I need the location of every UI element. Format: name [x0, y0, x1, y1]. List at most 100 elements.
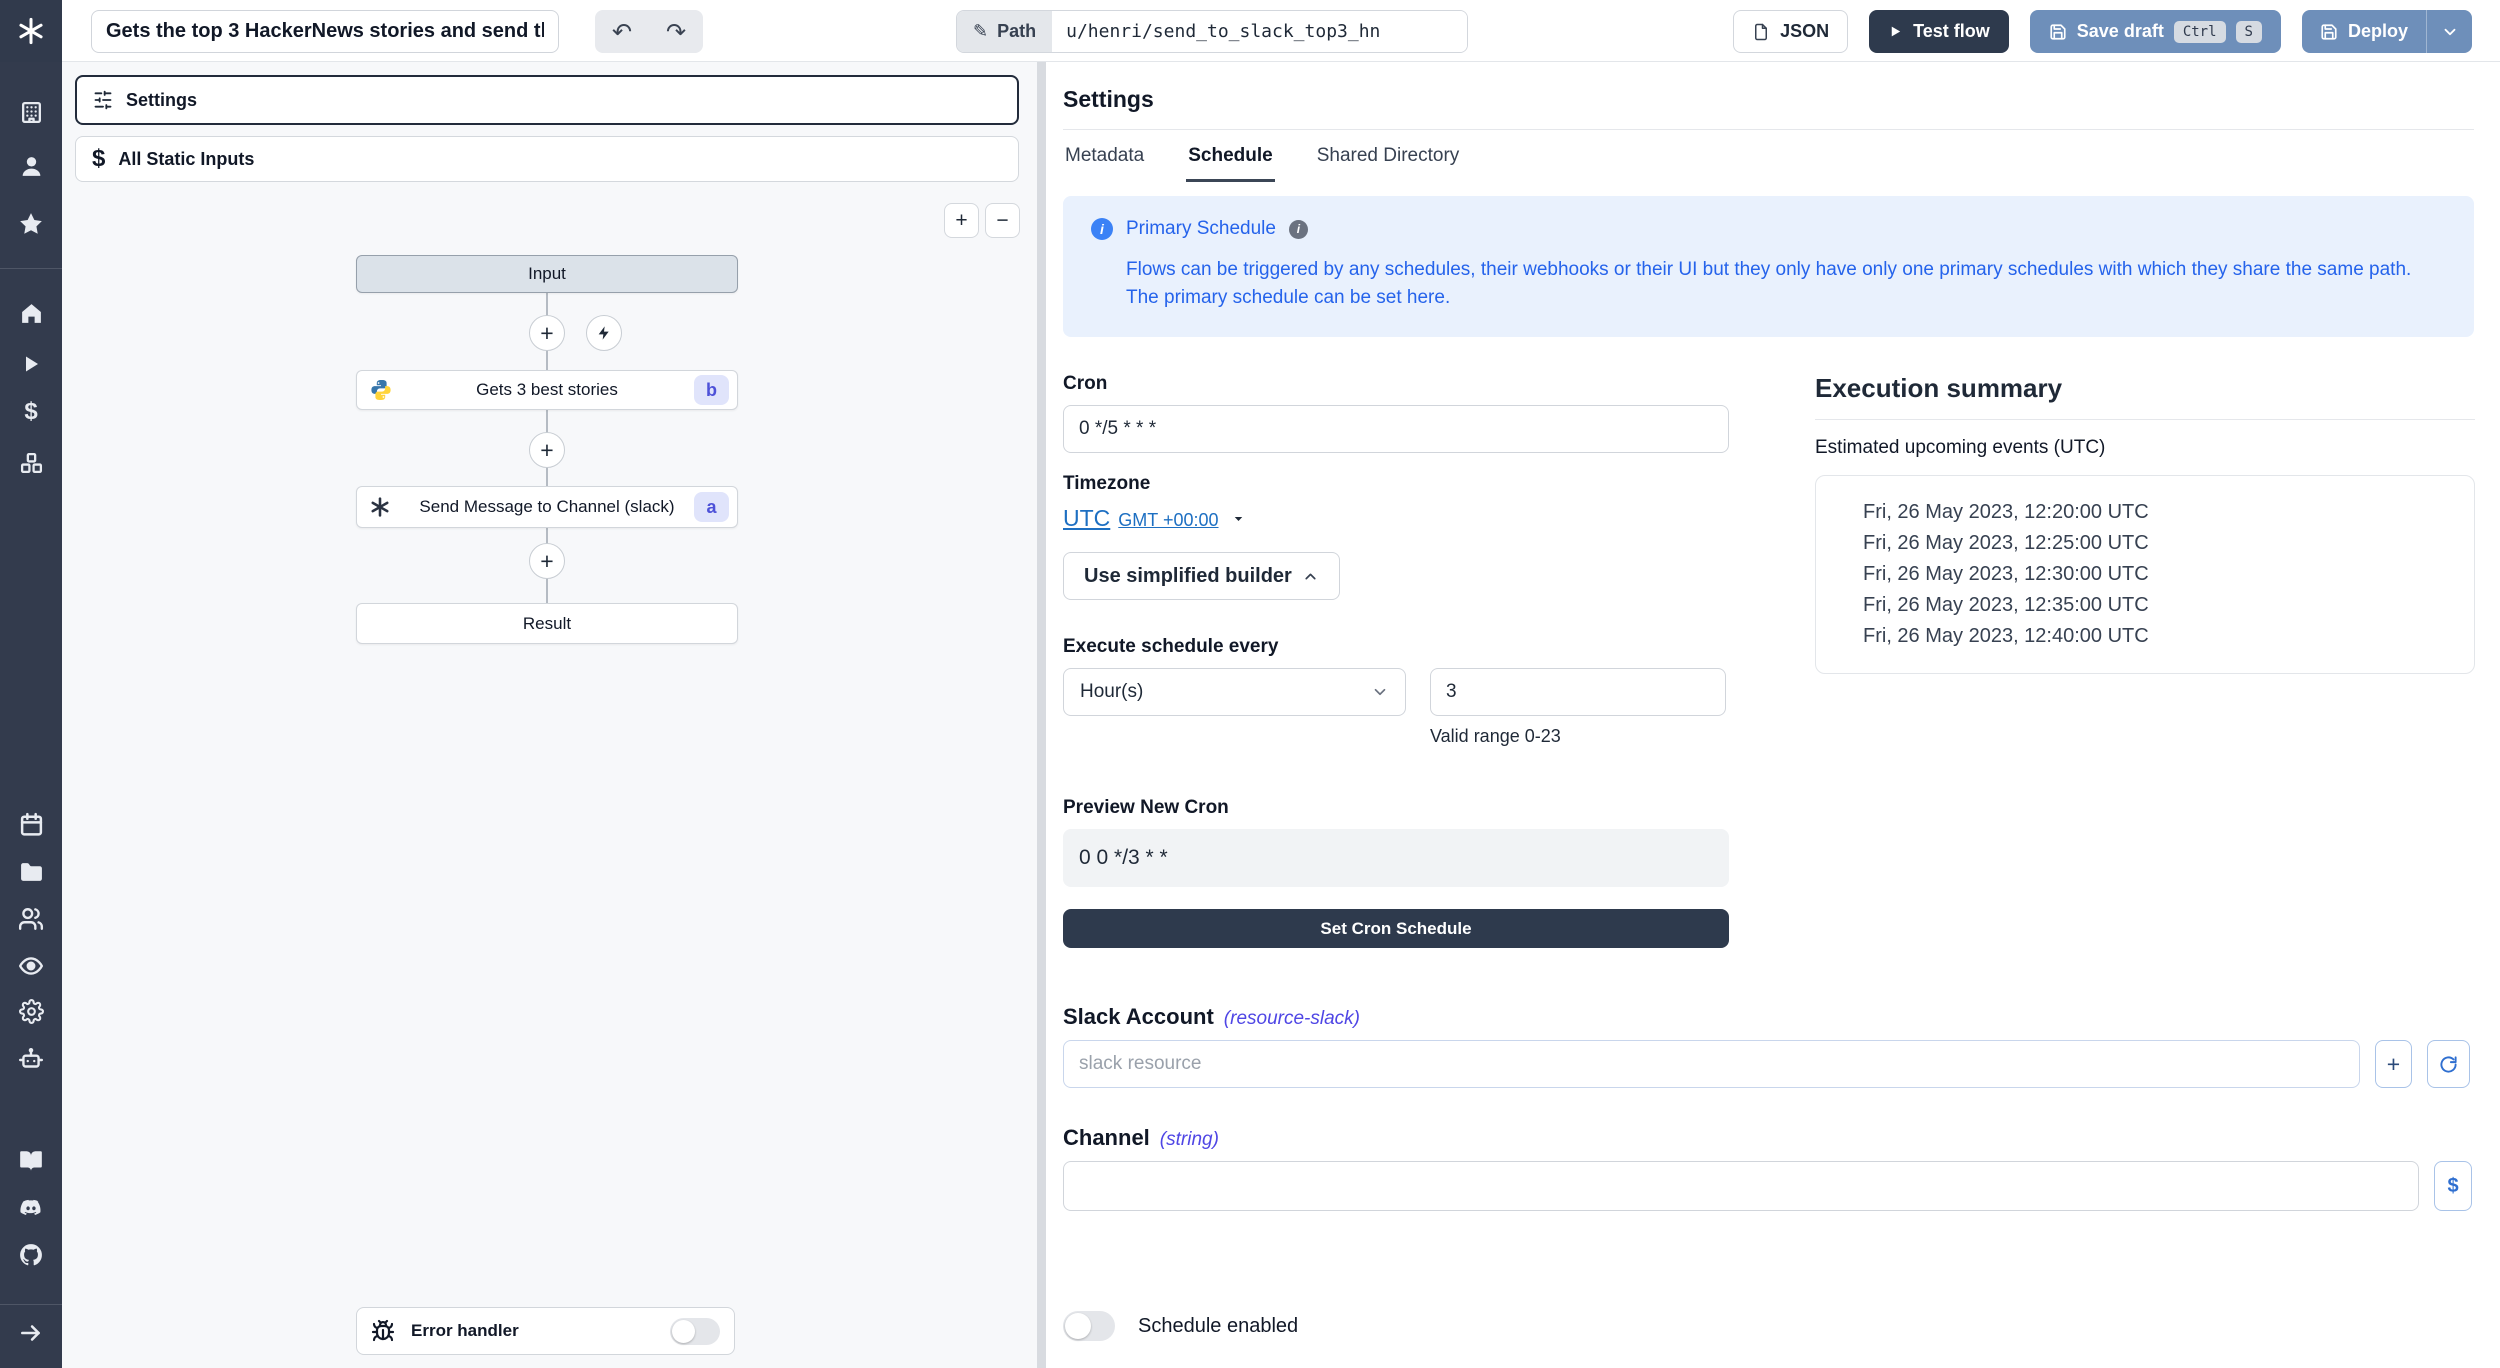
plus-icon: + — [540, 322, 553, 345]
sidebar-item-home[interactable] — [0, 298, 62, 328]
set-cron-schedule-button[interactable]: Set Cron Schedule — [1063, 909, 1729, 948]
schedule-enabled-label: Schedule enabled — [1138, 1315, 1298, 1338]
add-resource-button[interactable]: + — [2375, 1040, 2412, 1088]
sidebar-item-github[interactable] — [0, 1240, 62, 1270]
input-node-label: Input — [528, 264, 566, 284]
channel-label: Channel — [1063, 1125, 1150, 1151]
flow-node-result[interactable]: Result — [356, 603, 738, 644]
step-b-label: Gets 3 best stories — [476, 380, 618, 400]
folder-icon — [19, 860, 44, 885]
tab-schedule[interactable]: Schedule — [1186, 130, 1274, 182]
windmill-logo[interactable] — [0, 0, 62, 62]
flow-node-step-a[interactable]: Send Message to Channel (slack) a — [356, 486, 738, 528]
error-handler-toggle[interactable] — [670, 1318, 720, 1345]
slack-resource-input[interactable] — [1063, 1040, 2360, 1088]
result-node-label: Result — [523, 614, 571, 634]
insert-step-button[interactable]: + — [529, 543, 565, 579]
upcoming-event: Fri, 26 May 2023, 12:35:00 UTC — [1863, 590, 2454, 621]
home-icon — [19, 301, 44, 326]
sidebar-item-workspace[interactable] — [0, 97, 62, 127]
schedule-enabled-toggle[interactable] — [1063, 1311, 1115, 1341]
all-static-inputs-button[interactable]: All Static Inputs — [75, 136, 1019, 182]
sidebar-item-user[interactable] — [0, 151, 62, 181]
use-variable-button[interactable] — [2434, 1161, 2472, 1211]
timezone-select-link[interactable]: UTC GMT +00:00 — [1063, 505, 1246, 532]
dollar-icon — [92, 145, 105, 173]
preview-cron-value: 0 0 */3 * * — [1063, 829, 1729, 887]
arrow-right-icon — [18, 1320, 44, 1346]
redo-button[interactable]: ↷ — [666, 20, 686, 44]
sidebar-item-favorites[interactable] — [0, 209, 62, 239]
gear-icon — [19, 999, 44, 1024]
test-flow-label: Test flow — [1913, 21, 1990, 42]
bug-icon — [371, 1319, 395, 1343]
undo-button[interactable]: ↶ — [612, 20, 632, 44]
kbd-ctrl: Ctrl — [2174, 21, 2226, 43]
info-tooltip-icon[interactable]: i — [1289, 220, 1308, 239]
json-button[interactable]: JSON — [1733, 10, 1848, 53]
interval-unit-value: Hour(s) — [1080, 681, 1143, 703]
robot-icon — [18, 1047, 44, 1073]
flow-title-input[interactable] — [91, 10, 559, 53]
flow-node-input[interactable]: Input — [356, 255, 738, 293]
sidebar-item-discord[interactable] — [0, 1194, 62, 1224]
deploy-more-button[interactable] — [2426, 10, 2472, 53]
path-input[interactable] — [1052, 11, 1467, 52]
sidebar-item-docs[interactable] — [0, 1146, 62, 1176]
users-gear-icon — [18, 906, 44, 932]
insert-step-button[interactable]: + — [529, 315, 565, 351]
pencil-icon — [973, 21, 988, 42]
cron-input[interactable] — [1063, 405, 1729, 453]
interval-value-input[interactable] — [1430, 668, 1726, 716]
settings-tabbar: Metadata Schedule Shared Directory — [1063, 129, 2474, 182]
step-b-badge: b — [694, 375, 729, 405]
refresh-resources-button[interactable] — [2427, 1040, 2470, 1088]
flow-node-step-b[interactable]: Gets 3 best stories b — [356, 370, 738, 410]
sidebar-item-schedules[interactable] — [0, 809, 62, 839]
sidebar-item-folders[interactable] — [0, 857, 62, 887]
step-a-label: Send Message to Channel (slack) — [419, 497, 674, 517]
windmill-icon — [16, 16, 46, 46]
sidebar-item-workers[interactable] — [0, 1045, 62, 1075]
schedule-enabled-row: Schedule enabled — [1063, 1311, 2474, 1341]
sliders-icon — [93, 90, 113, 110]
insert-step-button[interactable]: + — [529, 432, 565, 468]
flow-graph-panel: Settings All Static Inputs + − Input + G… — [62, 62, 1037, 1368]
undo-redo-group: ↶ ↷ — [595, 10, 703, 53]
info-banner-title: Primary Schedule — [1126, 218, 1276, 240]
panel-splitter[interactable] — [1037, 62, 1046, 1368]
upcoming-event: Fri, 26 May 2023, 12:40:00 UTC — [1863, 621, 2454, 652]
sidebar-item-settings[interactable] — [0, 996, 62, 1026]
interval-unit-select[interactable]: Hour(s) — [1063, 668, 1406, 716]
deploy-button[interactable]: Deploy — [2302, 10, 2426, 53]
zoom-in-button[interactable]: + — [944, 203, 979, 238]
sidebar-item-groups[interactable] — [0, 904, 62, 934]
sidebar-expand-button[interactable] — [0, 1318, 62, 1348]
tab-metadata[interactable]: Metadata — [1063, 130, 1146, 182]
simplified-builder-toggle-button[interactable]: Use simplified builder — [1063, 552, 1340, 600]
plus-icon: + — [540, 550, 553, 573]
error-handler-row[interactable]: Error handler — [356, 1307, 735, 1355]
path-chip-label: Path — [997, 21, 1036, 42]
all-static-inputs-label: All Static Inputs — [118, 149, 254, 170]
path-chip[interactable]: Path — [957, 11, 1052, 52]
flow-settings-label: Settings — [126, 90, 197, 111]
channel-input[interactable] — [1063, 1161, 2419, 1211]
flow-settings-button[interactable]: Settings — [75, 75, 1019, 125]
chevron-down-icon — [2441, 23, 2459, 41]
test-flow-button[interactable]: Test flow — [1869, 10, 2009, 53]
execute-every-label: Execute schedule every — [1063, 636, 1729, 658]
preview-cron-label: Preview New Cron — [1063, 797, 1729, 819]
timezone-label: Timezone — [1063, 473, 1729, 495]
save-draft-button[interactable]: Save draft Ctrl S — [2030, 10, 2281, 53]
sidebar-item-resources[interactable] — [0, 448, 62, 478]
sidebar-item-audit-logs[interactable] — [0, 951, 62, 981]
refresh-icon — [2439, 1055, 2458, 1074]
trigger-step-button[interactable] — [586, 315, 622, 351]
boxes-icon — [19, 451, 44, 476]
tab-shared-directory[interactable]: Shared Directory — [1315, 130, 1462, 182]
zoom-out-button[interactable]: − — [985, 203, 1020, 238]
sidebar-item-runs[interactable] — [0, 349, 62, 379]
book-icon — [18, 1148, 44, 1174]
sidebar-item-variables[interactable] — [0, 397, 62, 427]
